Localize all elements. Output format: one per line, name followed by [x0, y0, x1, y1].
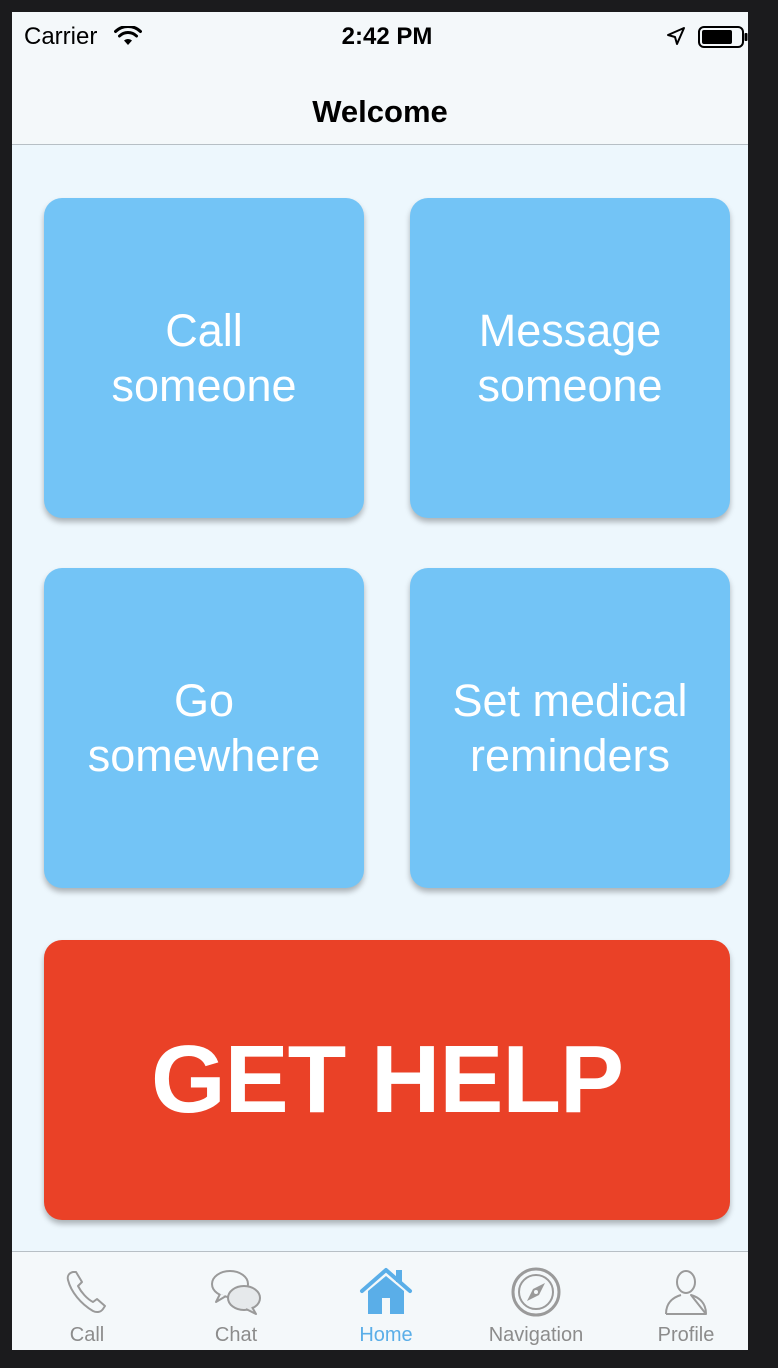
tab-profile-label: Profile	[657, 1324, 715, 1346]
tab-navigation[interactable]: Navigation	[461, 1252, 611, 1350]
battery-icon	[698, 26, 748, 48]
message-someone-button[interactable]: Message someone	[410, 198, 730, 518]
page-title: Welcome	[312, 94, 448, 129]
location-arrow-icon	[667, 27, 685, 45]
call-someone-button[interactable]: Call someone	[44, 198, 364, 518]
home-icon	[360, 1268, 412, 1314]
get-help-button[interactable]: GET HELP	[44, 940, 730, 1220]
tab-navigation-label: Navigation	[488, 1324, 584, 1346]
phone-icon	[66, 1271, 106, 1314]
tab-profile[interactable]: Profile	[611, 1252, 748, 1350]
tab-chat-label: Chat	[214, 1324, 258, 1346]
chat-icon	[211, 1270, 261, 1315]
tab-home[interactable]: Home	[311, 1252, 461, 1350]
navigation-bar: Welcome	[12, 64, 748, 145]
tab-call-label: Call	[69, 1324, 105, 1346]
status-bar: Carrier 2:42 PM	[12, 12, 748, 64]
go-somewhere-button[interactable]: Go somewhere	[44, 568, 364, 888]
compass-icon	[511, 1267, 561, 1317]
tab-home-label: Home	[359, 1324, 413, 1346]
tab-call[interactable]: Call	[12, 1252, 162, 1350]
tab-bar: Call Chat Home Navigation Profile	[12, 1251, 748, 1350]
set-medical-reminders-button[interactable]: Set medical reminders	[410, 568, 730, 888]
profile-icon	[665, 1270, 707, 1315]
status-time: 2:42 PM	[341, 23, 433, 50]
tab-chat[interactable]: Chat	[161, 1252, 311, 1350]
app-screen: Carrier 2:42 PM Welcome Call someone Mes…	[12, 12, 748, 1350]
